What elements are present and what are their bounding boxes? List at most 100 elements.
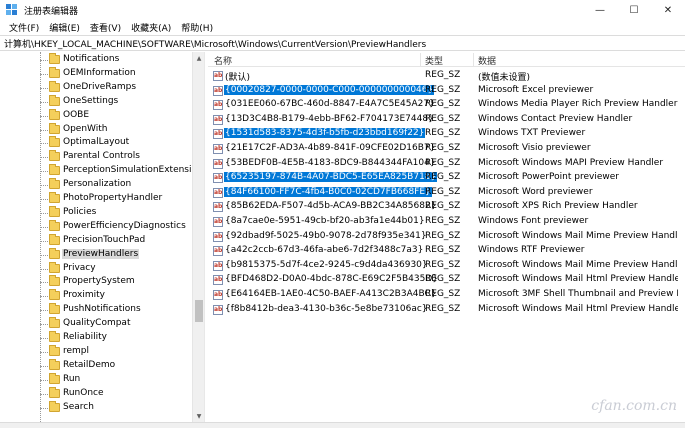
tree-item[interactable]: PhotoPropertyHandler bbox=[0, 192, 192, 206]
value-data: Microsoft Windows Mail Html Preview Hand… bbox=[478, 274, 678, 285]
tree-item[interactable]: Reliability bbox=[0, 331, 192, 345]
tree-item[interactable]: rempl bbox=[0, 344, 192, 359]
tree-item[interactable]: RunOnce bbox=[0, 386, 192, 401]
value-data: (数值未设置) bbox=[478, 73, 531, 83]
folder-icon bbox=[49, 192, 60, 203]
tree-item[interactable]: RetailDemo bbox=[0, 358, 192, 373]
string-value-icon: ab bbox=[213, 158, 223, 169]
tree-item-label: PreviewHandlers bbox=[62, 248, 140, 259]
value-data: Microsoft Windows MAPI Preview Handler bbox=[478, 157, 664, 168]
tree-item[interactable]: PushNotifications bbox=[0, 303, 192, 317]
tree-item[interactable]: Run bbox=[0, 372, 192, 387]
tree-item-label: OpenWith bbox=[63, 123, 108, 134]
value-data: Windows Contact Preview Handler bbox=[478, 113, 633, 124]
string-value-icon: ab bbox=[213, 187, 223, 198]
folder-icon bbox=[49, 136, 60, 148]
folder-icon bbox=[49, 205, 60, 217]
registry-app-icon bbox=[6, 4, 18, 16]
menu-help[interactable]: 帮助(H) bbox=[176, 21, 218, 34]
string-value-icon: ab bbox=[213, 100, 223, 111]
tree-item[interactable]: PropertySystem bbox=[0, 275, 192, 289]
scroll-thumb[interactable] bbox=[195, 300, 203, 322]
tree-item[interactable]: PowerEfficiencyDiagnostics bbox=[0, 219, 192, 234]
table-row[interactable]: ab {1531d583-8375-4d3f-b5fb-d23bbd169f22}… bbox=[208, 127, 685, 142]
tree-item-label: PerceptionSimulationExtensions bbox=[63, 165, 204, 176]
folder-icon bbox=[49, 150, 60, 162]
table-row[interactable]: ab {8a7cae0e-5951-49cb-bf20-ab3fa1e44b01}… bbox=[208, 215, 685, 230]
folder-icon bbox=[49, 233, 60, 245]
menu-file[interactable]: 文件(F) bbox=[4, 21, 44, 34]
tree-item-label: OptimalLayout bbox=[63, 137, 130, 148]
folder-icon bbox=[49, 303, 60, 315]
column-type-header[interactable]: 类型 bbox=[425, 54, 443, 67]
value-data: Windows TXT Previewer bbox=[478, 128, 586, 139]
minimize-button[interactable]: — bbox=[583, 0, 617, 20]
tree-item[interactable]: OptimalLayout bbox=[0, 136, 192, 150]
value-type: REG_SZ bbox=[425, 128, 461, 139]
menu-view[interactable]: 查看(V) bbox=[85, 21, 126, 34]
tree-item[interactable]: OOBE bbox=[0, 108, 192, 123]
column-name-header[interactable]: 名称 bbox=[214, 54, 232, 67]
tree-item[interactable]: Notifications bbox=[0, 53, 192, 67]
string-value-icon: ab bbox=[213, 246, 223, 257]
tree-item[interactable]: Search bbox=[0, 400, 192, 415]
value-name: {8a7cae0e-5951-49cb-bf20-ab3fa1e44b01} bbox=[225, 216, 425, 226]
value-name: {92dbad9f-5025-49b0-9078-2d78f935e341} bbox=[225, 230, 427, 241]
table-row[interactable]: ab {f8b8412b-dea3-4130-b36c-5e8be73106ac}… bbox=[208, 303, 685, 318]
tree-item[interactable]: Privacy bbox=[0, 261, 192, 276]
table-row[interactable]: ab {031EE060-67BC-460d-8847-E4A7C5E45A27}… bbox=[208, 98, 685, 113]
tree-item[interactable]: Proximity bbox=[0, 289, 192, 303]
table-row[interactable]: ab {E64164EB-1AE0-4C50-BAEF-A413C2B3A4BC}… bbox=[208, 288, 685, 303]
tree-item[interactable]: PrecisionTouchPad bbox=[0, 233, 192, 248]
table-row[interactable]: ab (默认) REG_SZ (数值未设置) bbox=[208, 69, 685, 84]
folder-icon bbox=[49, 275, 60, 287]
tree-item[interactable]: OpenWith bbox=[0, 122, 192, 137]
tree-item[interactable]: Personalization bbox=[0, 178, 192, 192]
menu-edit[interactable]: 编辑(E) bbox=[44, 21, 85, 34]
value-name: {85B62EDA-F507-4d5b-ACA9-BB2C34A85682} bbox=[225, 201, 437, 212]
value-name: {1531d583-8375-4d3f-b5fb-d23bbd169f22} bbox=[224, 128, 426, 139]
value-type: REG_SZ bbox=[425, 303, 461, 314]
value-data: Microsoft PowerPoint previewer bbox=[478, 172, 619, 183]
close-button[interactable]: ✕ bbox=[651, 0, 685, 20]
string-value-icon: ab bbox=[213, 275, 223, 286]
table-row[interactable]: ab {00020827-0000-0000-C000-000000000046}… bbox=[208, 84, 685, 99]
table-row[interactable]: ab {53BEDF0B-4E5B-4183-8DC9-B844344FA104}… bbox=[208, 157, 685, 172]
tree-item[interactable]: QualityCompat bbox=[0, 317, 192, 331]
table-row[interactable]: ab {84F66100-FF7C-4fb4-B0C0-02CD7FB668FE}… bbox=[208, 186, 685, 201]
table-row[interactable]: ab {13D3C4B8-B179-4ebb-BF62-F704173E7448}… bbox=[208, 113, 685, 128]
string-value-icon: ab bbox=[213, 260, 223, 271]
tree-item[interactable]: OEMInformation bbox=[0, 66, 192, 81]
tree-item[interactable]: Parental Controls bbox=[0, 150, 192, 164]
table-row[interactable]: ab {a42c2ccb-67d3-46fa-abe6-7d2f3488c7a3}… bbox=[208, 244, 685, 259]
string-value-icon: ab bbox=[213, 290, 223, 300]
address-bar[interactable]: 计算机\HKEY_LOCAL_MACHINE\SOFTWARE\Microsof… bbox=[0, 35, 685, 51]
tree-item[interactable]: OneSettings bbox=[0, 94, 192, 109]
maximize-button[interactable]: ☐ bbox=[617, 0, 651, 20]
table-row[interactable]: ab {b9815375-5d7f-4ce2-9245-c9d4da436930}… bbox=[208, 259, 685, 274]
table-row[interactable]: ab {21E17C2F-AD3A-4b89-841F-09CFE02D16B7}… bbox=[208, 142, 685, 157]
table-row[interactable]: ab {92dbad9f-5025-49b0-9078-2d78f935e341}… bbox=[208, 230, 685, 245]
tree-item-label: Search bbox=[63, 401, 94, 412]
tree-item[interactable]: PreviewHandlers bbox=[0, 247, 192, 262]
table-row[interactable]: ab {85B62EDA-F507-4d5b-ACA9-BB2C34A85682}… bbox=[208, 200, 685, 215]
folder-icon bbox=[49, 66, 60, 78]
value-type: REG_SZ bbox=[425, 216, 461, 226]
folder-icon bbox=[49, 372, 60, 384]
tree-scrollbar[interactable]: ▲ ▼ bbox=[192, 52, 204, 422]
tree-item[interactable]: OneDriveRamps bbox=[0, 80, 192, 95]
title-bar: 注册表编辑器 — ☐ ✕ bbox=[0, 0, 685, 20]
string-value-icon: ab bbox=[213, 71, 223, 81]
column-data-header[interactable]: 数据 bbox=[478, 54, 496, 67]
string-value-icon: ab bbox=[213, 217, 223, 227]
tree-item-label: OneSettings bbox=[63, 95, 119, 106]
tree-item[interactable]: PerceptionSimulationExtensions bbox=[0, 164, 204, 178]
tree-item[interactable]: Policies bbox=[0, 205, 192, 220]
table-row[interactable]: ab {BFD468D2-D0A0-4bdc-878C-E69C2F5B435D}… bbox=[208, 273, 685, 288]
status-bar bbox=[0, 422, 685, 428]
value-name: {00020827-0000-0000-C000-000000000046} bbox=[224, 84, 435, 95]
table-row[interactable]: ab {65235197-874B-4A07-BDC5-E65EA825B718}… bbox=[208, 171, 685, 186]
menu-bar: 文件(F) 编辑(E) 查看(V) 收藏夹(A) 帮助(H) bbox=[0, 20, 685, 35]
menu-favorites[interactable]: 收藏夹(A) bbox=[126, 21, 176, 34]
value-data: Windows RTF Previewer bbox=[478, 245, 585, 256]
